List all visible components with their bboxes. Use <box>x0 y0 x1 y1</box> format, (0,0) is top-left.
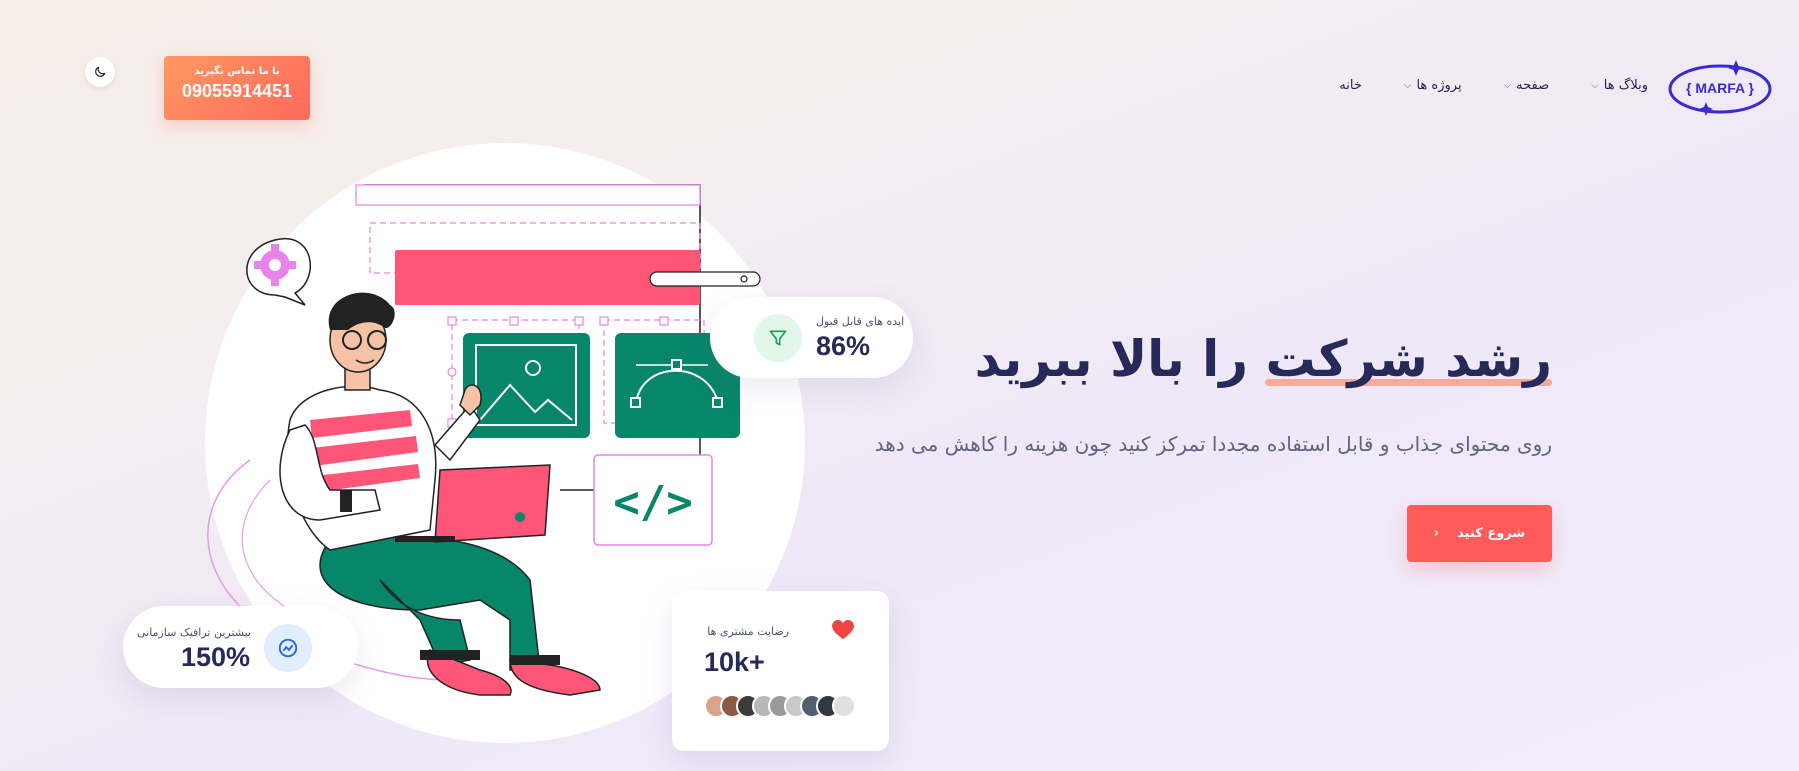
stat-label: بیشترین ترافیک سازمانی <box>137 626 251 639</box>
contact-label: با ما تماس بگیرید <box>194 66 280 77</box>
contact-button[interactable]: با ما تماس بگیرید 09055914451 <box>164 56 310 120</box>
stat-value: 10k+ <box>704 647 765 677</box>
logo-text: { MARFA } <box>1686 80 1754 96</box>
stat-card-satisfaction: رضایت مشتری ها 10k+ <box>672 591 889 751</box>
trend-icon <box>264 624 312 672</box>
stat-value: 86% <box>816 331 871 361</box>
stat-value: 150% <box>180 642 250 672</box>
stat-label: ایده های قابل قبول <box>816 315 905 328</box>
moon-icon <box>95 66 106 77</box>
chevron-down-icon: ⌵ <box>1503 80 1512 91</box>
nav-item-projects[interactable]: پروژه ها ⌵ <box>1404 78 1462 93</box>
chevron-down-icon: ⌵ <box>1403 80 1412 91</box>
start-button[interactable]: شروع کنید ‹ <box>1407 505 1552 562</box>
heart-icon <box>832 620 854 640</box>
avatar <box>832 694 856 718</box>
nav-item-label: خانه <box>1339 78 1362 93</box>
hero-subtitle: روی محتوای جذاب و قابل استفاده مجددا تمر… <box>874 432 1552 456</box>
nav-item-home[interactable]: خانه <box>1339 78 1362 93</box>
stat-card-ideas: ایده های قابل قبول 86% <box>710 297 913 378</box>
hero-title-rest: را بالا ببرید <box>974 330 1266 388</box>
stat-card-traffic: بیشترین ترافیک سازمانی 150% <box>123 606 358 688</box>
customer-avatars <box>704 694 856 718</box>
hero-title: رشد شرکت را بالا ببرید <box>975 330 1552 388</box>
start-button-label: شروع کنید <box>1457 526 1526 541</box>
logo[interactable]: { MARFA } <box>1668 60 1772 118</box>
nav-item-label: وبلاگ ها <box>1603 78 1648 93</box>
hero-title-highlight: رشد شرکت <box>1265 330 1552 388</box>
chevron-left-icon: ‹ <box>1433 526 1440 541</box>
nav-item-page[interactable]: صفحه ⌵ <box>1504 78 1550 93</box>
theme-toggle-button[interactable] <box>85 57 115 87</box>
chevron-down-icon: ⌵ <box>1591 80 1599 91</box>
gear-bubble-graphic <box>246 237 311 306</box>
svg-text:</>: </> <box>613 477 692 528</box>
nav-item-blogs[interactable]: وبلاگ ها ⌵ <box>1591 78 1648 93</box>
nav-item-label: پروژه ها <box>1416 78 1462 93</box>
contact-phone: 09055914451 <box>181 81 293 101</box>
filter-icon <box>754 314 802 362</box>
stat-label: رضایت مشتری ها <box>707 625 789 638</box>
main-nav: خانه پروژه ها ⌵ صفحه ⌵ وبلاگ ها ⌵ <box>1339 78 1648 93</box>
nav-item-label: صفحه <box>1516 78 1550 93</box>
